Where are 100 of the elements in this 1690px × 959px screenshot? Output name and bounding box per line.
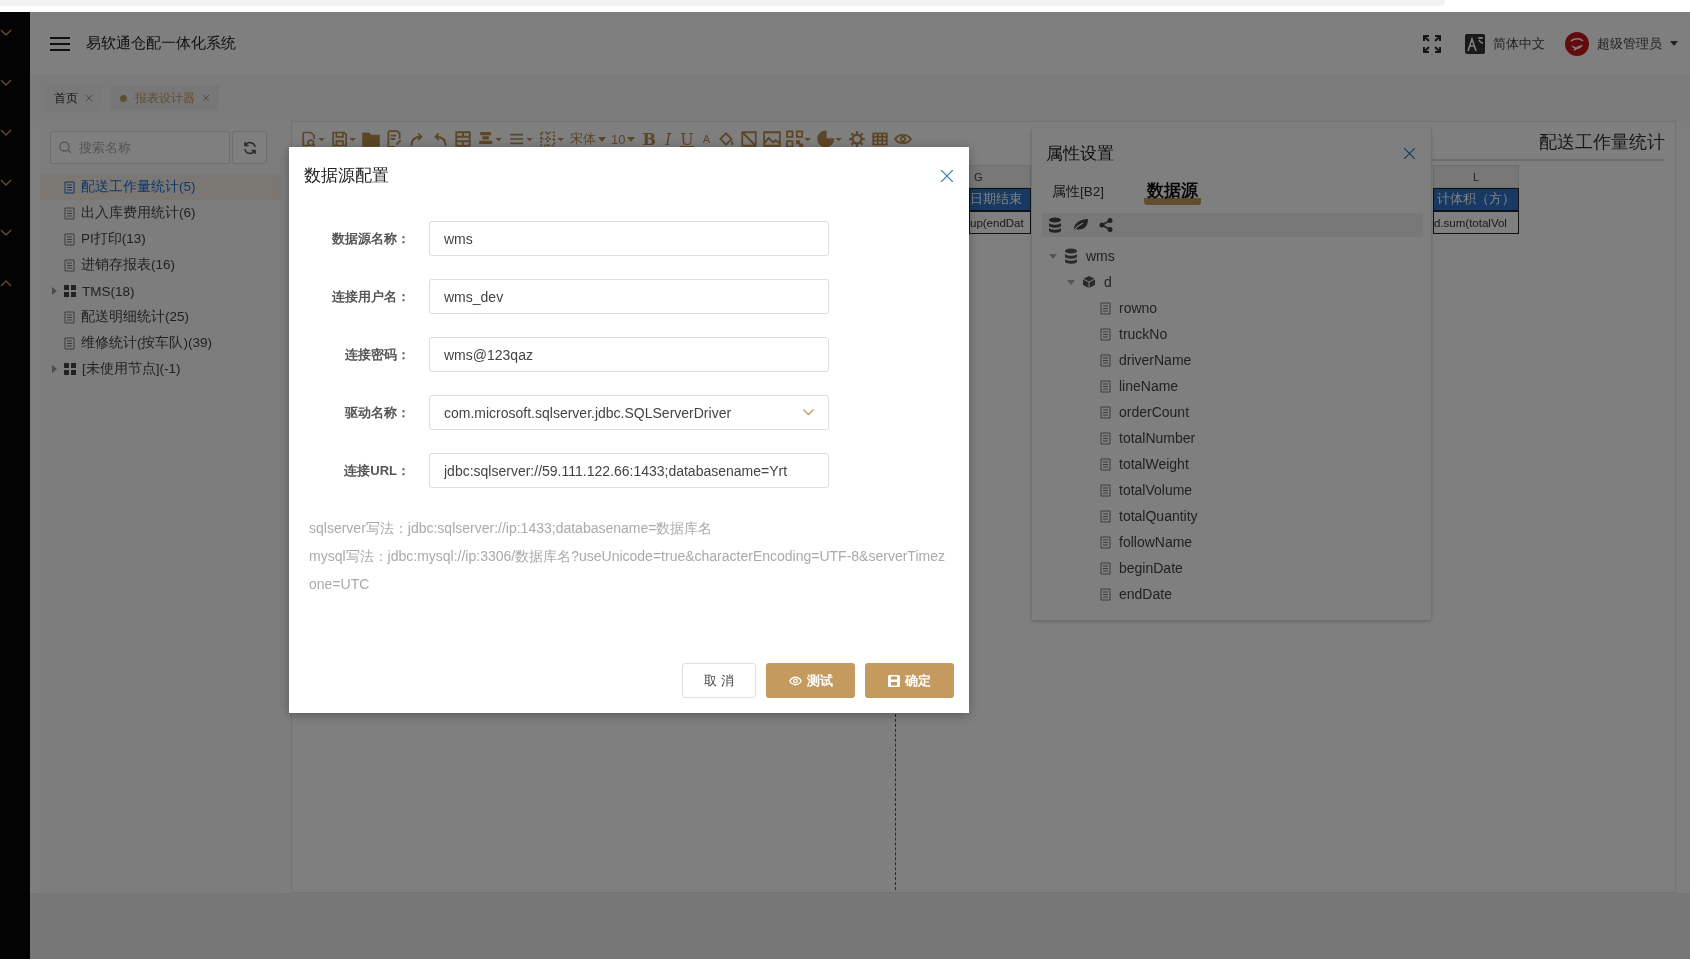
avatar-icon [1565, 31, 1589, 56]
font-dropdown[interactable]: 宋体 [570, 130, 606, 148]
document-icon [1100, 405, 1111, 419]
qr-code-icon[interactable] [786, 130, 813, 148]
bold-button[interactable]: B [640, 129, 658, 149]
tree-item[interactable]: TMS(18) [40, 278, 282, 304]
cancel-button[interactable]: 取 消 [682, 663, 756, 698]
field-label: 连接密码： [344, 345, 410, 364]
tree-item[interactable]: [未使用节点](-1) [40, 356, 282, 382]
tab-label: 报表设计器 [135, 89, 195, 107]
font-color-button[interactable]: A [700, 133, 713, 145]
borders-icon[interactable] [539, 130, 565, 148]
close-icon[interactable] [941, 169, 953, 182]
fullscreen-icon[interactable] [1423, 34, 1441, 53]
tree-item[interactable]: 进销存报表(16) [40, 252, 282, 278]
hint-text: mysql写法：jdbc:mysql://ip:3306/数据库名?useUnicode=true&characterEncoding=UTF-8&serverTimezone=UTC [309, 547, 946, 594]
table-icon[interactable] [871, 130, 890, 148]
tree-node[interactable]: totalWeight [1119, 456, 1189, 472]
tree-node[interactable]: totalVolume [1119, 482, 1193, 498]
tree-item[interactable]: 出入库费用统计(6) [40, 200, 282, 226]
refresh-icon [242, 140, 257, 155]
document-icon [1100, 457, 1111, 471]
menu-icon[interactable] [50, 35, 70, 52]
underline-button[interactable]: U [678, 129, 696, 149]
fill-color-icon[interactable] [717, 130, 736, 148]
tree-node[interactable]: wms [1086, 248, 1115, 264]
document-icon [1100, 431, 1111, 445]
italic-button[interactable]: I [663, 129, 674, 149]
settings-icon[interactable] [848, 130, 867, 148]
tree-node[interactable]: orderCount [1119, 404, 1190, 420]
floppy-icon[interactable] [331, 130, 357, 148]
database-icon[interactable] [1048, 217, 1062, 233]
tree-node[interactable]: rowno [1119, 300, 1158, 316]
caret-icon[interactable] [1670, 41, 1678, 46]
document-icon [64, 180, 75, 194]
confirm-button[interactable]: 确定 [865, 663, 954, 698]
input-field[interactable]: wms@123qaz [429, 337, 829, 372]
cube-icon [1082, 275, 1096, 289]
table-cell[interactable]: 日期结束 [969, 188, 1031, 211]
panel-tab[interactable]: 属性[B2] [1052, 183, 1104, 201]
document-edit-icon[interactable] [385, 130, 403, 148]
tab-label: 首页 [54, 89, 78, 107]
document-icon [64, 336, 75, 350]
tree-node[interactable]: driverName [1119, 352, 1192, 368]
document-icon [64, 258, 75, 272]
tree-item[interactable]: PI打印(13) [40, 226, 282, 252]
tree-node[interactable]: truckNo [1119, 326, 1168, 342]
pie-chart-icon[interactable] [817, 130, 844, 148]
merge-cells-icon[interactable] [454, 130, 472, 148]
table-cell[interactable]: up(endDat [969, 211, 1031, 234]
tree-node[interactable]: d [1104, 274, 1112, 290]
document-icon [1100, 301, 1111, 315]
font-size-dropdown[interactable]: 10 [611, 131, 636, 147]
document-icon [1100, 483, 1111, 497]
test-button[interactable]: 测试 [766, 663, 855, 698]
document-icon [1100, 379, 1111, 393]
document-icon [64, 206, 75, 220]
document-icon [1100, 587, 1111, 601]
dialog-title: 数据源配置 [304, 165, 389, 187]
share-icon[interactable] [1099, 218, 1113, 232]
tree-node[interactable]: endDate [1119, 586, 1172, 602]
tree-node[interactable]: beginDate [1119, 560, 1183, 576]
table-cell[interactable]: d.sum(totalVol [1433, 211, 1519, 234]
tree-node[interactable]: lineName [1119, 378, 1179, 394]
chevron-icon[interactable] [0, 79, 12, 87]
chevron-icon[interactable] [0, 279, 12, 287]
image-icon[interactable] [763, 130, 782, 148]
chevron-icon[interactable] [0, 229, 12, 237]
close-icon[interactable] [1404, 148, 1415, 159]
chevron-icon[interactable] [0, 179, 12, 187]
document-search-icon[interactable] [300, 130, 326, 148]
tree-item[interactable]: 配送明细统计(25) [40, 304, 282, 330]
leaf-icon[interactable] [1072, 218, 1089, 232]
database-icon [1064, 248, 1078, 264]
field-label: 连接URL： [343, 461, 410, 480]
tree-item[interactable]: 维修统计(按车队)(39) [40, 330, 282, 356]
table-cell[interactable]: 计体积（方） [1433, 188, 1519, 211]
input-field[interactable]: jdbc:sqlserver://59.111.122.66:1433;databasename=Yrt [429, 453, 829, 488]
refresh-button[interactable] [232, 131, 267, 164]
tree-item[interactable]: 配送工作量统计(5) [40, 174, 282, 200]
column-header[interactable]: G [969, 165, 1031, 188]
undo-arrow-icon[interactable] [431, 130, 449, 148]
tree-node[interactable]: totalQuantity [1119, 508, 1198, 524]
chevron-icon[interactable] [0, 29, 12, 37]
caret-icon [627, 136, 636, 142]
select-field[interactable]: com.microsoft.sqlserver.jdbc.SQLServerDriver [429, 395, 829, 430]
language-selector[interactable]: 简体中文 [1493, 34, 1545, 53]
document-icon [1100, 327, 1111, 341]
document-icon [1100, 561, 1111, 575]
column-header[interactable]: L [1433, 165, 1519, 188]
redo-arrow-icon[interactable] [408, 130, 426, 148]
chevron-icon[interactable] [0, 129, 12, 137]
document-icon [1100, 509, 1111, 523]
eye-icon [788, 675, 802, 686]
tree-node[interactable]: totalNumber [1119, 430, 1196, 446]
input-field[interactable]: wms_dev [429, 279, 829, 314]
clear-borders-icon[interactable] [740, 130, 759, 148]
tree-node[interactable]: followName [1119, 534, 1193, 550]
input-field[interactable]: wms [429, 221, 829, 256]
user-menu[interactable]: 超级管理员 [1597, 34, 1662, 53]
